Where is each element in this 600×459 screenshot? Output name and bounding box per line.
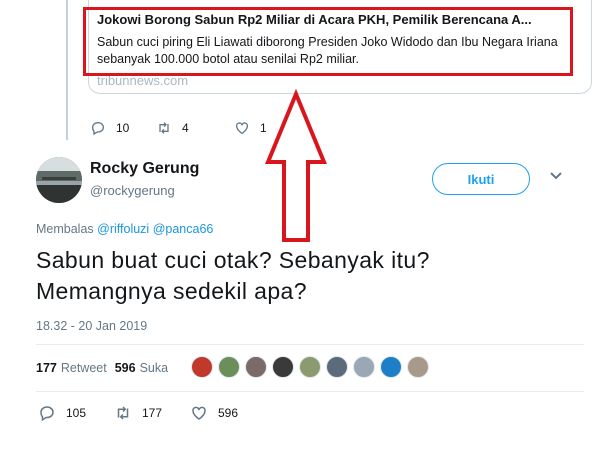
liker-avatar[interactable] — [218, 356, 240, 378]
retweet-icon — [117, 406, 129, 420]
replying-to: Membalas @riffoluzi @panca66 — [36, 222, 213, 236]
liker-avatar[interactable] — [353, 356, 375, 378]
liker-avatar[interactable] — [245, 356, 267, 378]
liker-avatar[interactable] — [407, 356, 429, 378]
heart-icon — [192, 406, 206, 420]
up-arrow-annotation — [265, 88, 327, 242]
chevron-down-icon[interactable] — [550, 170, 562, 182]
divider — [36, 344, 584, 345]
like-button[interactable]: 1 — [234, 120, 267, 136]
tweet-stats: 177 Retweet 596 Suka — [36, 361, 168, 375]
liker-avatars — [191, 356, 434, 378]
author-handle[interactable]: @rockygerung — [90, 183, 175, 198]
liker-avatar[interactable] — [299, 356, 321, 378]
divider — [36, 391, 584, 392]
reply-icon — [91, 121, 105, 136]
timestamp[interactable]: 18.32 - 20 Jan 2019 — [36, 319, 147, 333]
liker-avatar[interactable] — [272, 356, 294, 378]
heart-icon — [236, 122, 248, 135]
retweet-stat-label[interactable]: Retweet — [61, 361, 107, 375]
retweet-icon — [159, 122, 169, 134]
retweet-button[interactable]: 4 — [156, 120, 234, 136]
author-name[interactable]: Rocky Gerung — [90, 160, 199, 178]
tweet-actions: 105 177 596 — [38, 404, 266, 422]
like-stat-label[interactable]: Suka — [140, 361, 169, 375]
liker-avatar[interactable] — [191, 356, 213, 378]
replying-label: Membalas — [36, 222, 94, 236]
highlight-box — [83, 7, 573, 76]
reply-count: 10 — [116, 121, 130, 135]
avatar-image — [36, 157, 82, 203]
retweet-count: 4 — [182, 121, 189, 135]
reply-icon — [40, 406, 54, 422]
liker-avatar[interactable] — [380, 356, 402, 378]
tweet-text: Sabun buat cuci otak? Sebanyak itu? Mema… — [36, 247, 430, 304]
retweet-count: 177 — [142, 406, 163, 420]
mention-link[interactable]: @panca66 — [153, 222, 214, 236]
liker-avatar[interactable] — [326, 356, 348, 378]
follow-button[interactable]: Ikuti — [432, 163, 530, 195]
reply-button[interactable]: 10 — [90, 120, 156, 136]
retweet-stat-count[interactable]: 177 — [36, 361, 57, 375]
like-count: 596 — [218, 406, 239, 420]
thread-line — [66, 0, 68, 140]
mention-link[interactable]: @riffoluzi — [97, 222, 149, 236]
retweet-button[interactable]: 177 — [114, 404, 190, 422]
previous-tweet-actions: 10 4 1 — [90, 120, 267, 136]
like-button[interactable]: 596 — [190, 404, 266, 422]
like-stat-count[interactable]: 596 — [115, 361, 136, 375]
reply-count: 105 — [66, 406, 87, 420]
reply-button[interactable]: 105 — [38, 404, 114, 422]
avatar[interactable] — [36, 157, 82, 203]
